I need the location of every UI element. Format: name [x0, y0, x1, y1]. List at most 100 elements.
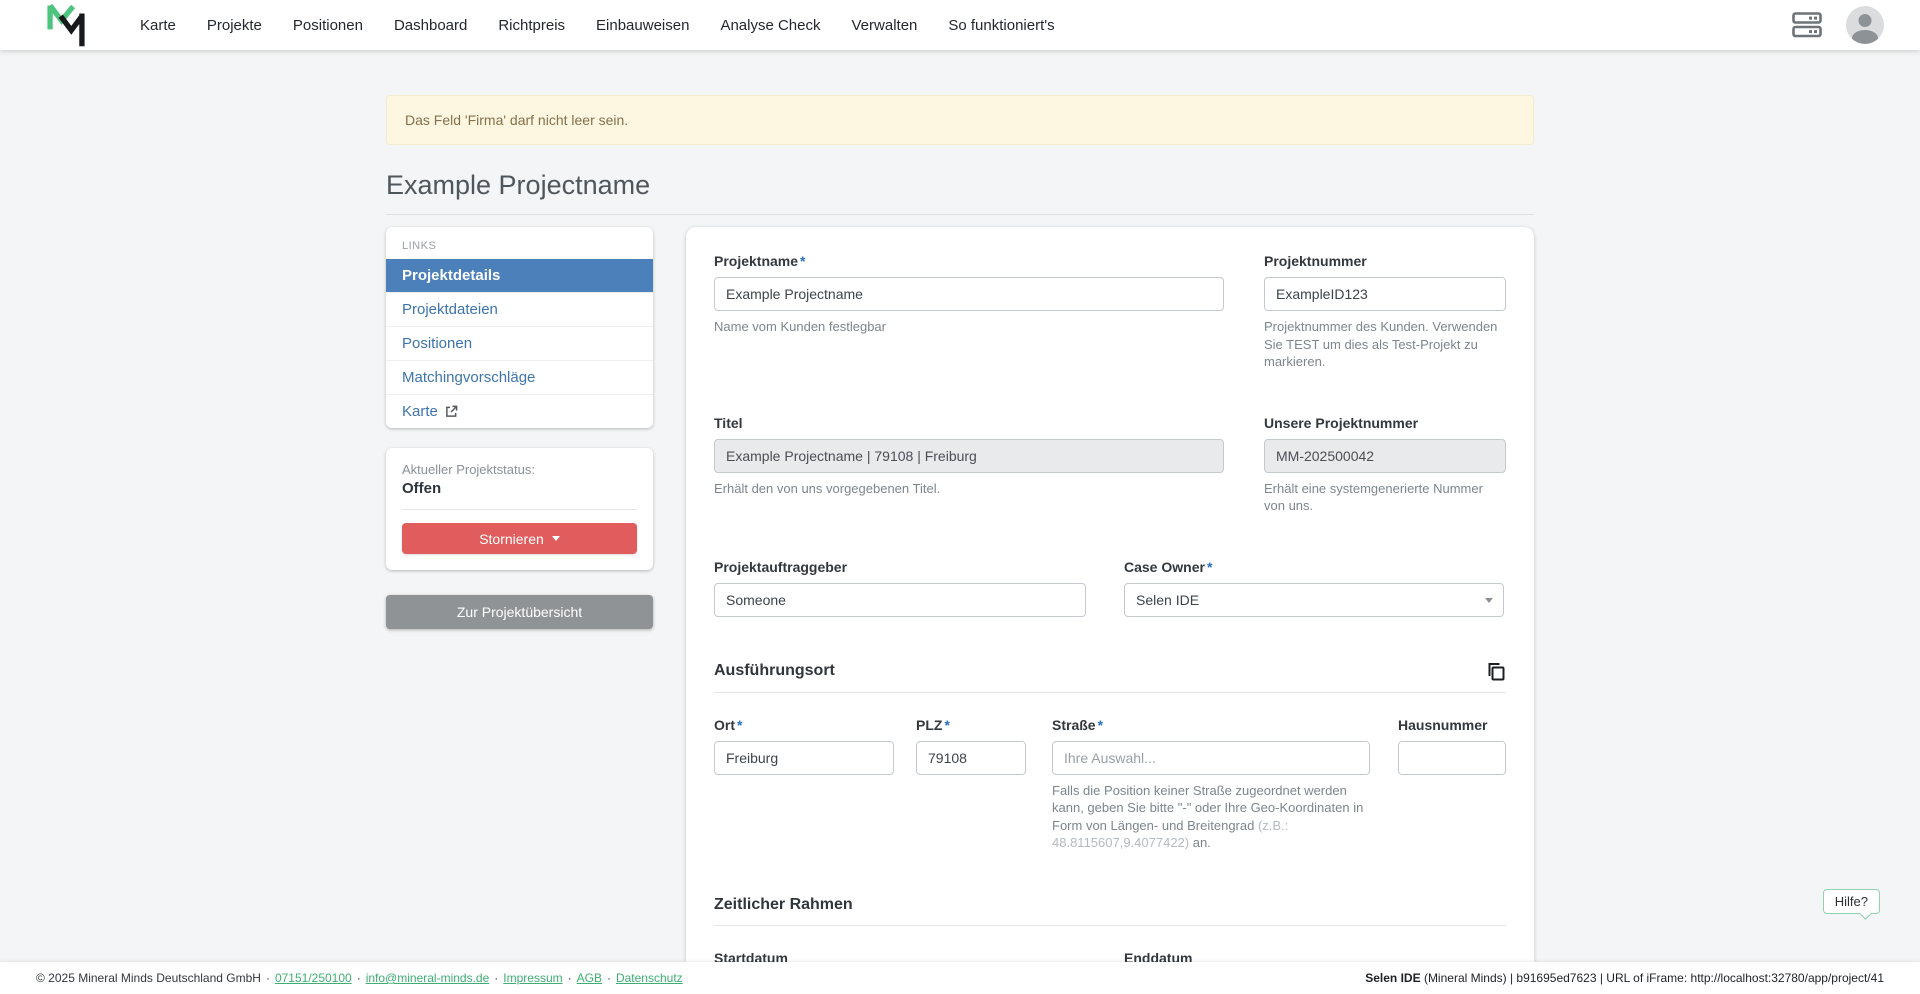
hausnummer-input[interactable]: [1398, 741, 1506, 775]
label-text: Ort: [714, 717, 735, 733]
ort-input[interactable]: [714, 741, 894, 775]
links-card: LINKS Projektdetails Projektdateien Posi…: [386, 227, 653, 428]
strasse-label: Straße*: [1052, 717, 1370, 733]
footer-datenschutz-link[interactable]: Datenschutz: [616, 971, 683, 985]
page-title: Example Projectname: [386, 170, 1534, 201]
strasse-helper-text: Falls die Position keiner Straße zugeord…: [1052, 783, 1363, 833]
strasse-helper-suffix: an.: [1189, 835, 1211, 850]
titel-helper: Erhält den von uns vorgegebenen Titel.: [714, 480, 1224, 498]
nav-item-positionen[interactable]: Positionen: [293, 17, 363, 34]
projektname-label: Projektname*: [714, 253, 1224, 269]
sidebar-item-label: Positionen: [402, 335, 472, 352]
nav-item-projekte[interactable]: Projekte: [207, 17, 262, 34]
projektauftraggeber-label: Projektauftraggeber: [714, 559, 1086, 575]
case-owner-label: Case Owner*: [1124, 559, 1504, 575]
section-title: Zeitlicher Rahmen: [714, 896, 853, 914]
projektnummer-label: Projektnummer: [1264, 253, 1506, 269]
startdatum-label: Startdatum: [714, 950, 1086, 962]
sidebar-item-matchingvorschlaege[interactable]: Matchingvorschläge: [386, 360, 653, 394]
nav-item-so-funktionierts[interactable]: So funktioniert's: [948, 17, 1054, 34]
required-asterisk: *: [1098, 717, 1103, 733]
server-stack-icon[interactable]: [1792, 12, 1822, 38]
footer: © 2025 Mineral Minds Deutschland GmbH 07…: [0, 962, 1920, 994]
titel-input: [714, 439, 1224, 473]
page-content: Das Feld 'Firma' darf nicht leer sein. E…: [0, 50, 1920, 962]
status-divider: [402, 509, 637, 510]
avatar-body-icon: [1852, 30, 1878, 44]
projektauftraggeber-input[interactable]: [714, 583, 1086, 617]
footer-separator: [602, 971, 616, 985]
nav-right-icons: [1792, 6, 1884, 44]
footer-email-link[interactable]: info@mineral-minds.de: [366, 971, 490, 985]
zeitlicher-rahmen-section-heading: Zeitlicher Rahmen: [714, 896, 1506, 926]
status-label: Aktueller Projektstatus:: [402, 462, 637, 477]
footer-session-details: (Mineral Minds) | b91695ed7623 | URL of …: [1421, 971, 1884, 985]
title-divider: [386, 214, 1534, 215]
section-title: Ausführungsort: [714, 662, 835, 680]
unsere-projektnummer-label: Unsere Projektnummer: [1264, 415, 1506, 431]
plz-input[interactable]: [916, 741, 1026, 775]
titel-label: Titel: [714, 415, 1224, 431]
links-card-header: LINKS: [386, 227, 653, 259]
help-button[interactable]: Hilfe?: [1823, 889, 1880, 914]
projektnummer-input[interactable]: [1264, 277, 1506, 311]
label-text: PLZ: [916, 717, 942, 733]
mineral-minds-logo-icon[interactable]: [44, 2, 88, 48]
case-owner-select[interactable]: Selen IDE: [1124, 583, 1504, 617]
project-status-card: Aktueller Projektstatus: Offen Storniere…: [386, 448, 653, 570]
label-text: Straße: [1052, 717, 1096, 733]
unsere-projektnummer-helper: Erhält eine systemgenerierte Nummer von …: [1264, 480, 1506, 515]
label-text: Case Owner: [1124, 559, 1205, 575]
projektnummer-helper: Projektnummer des Kunden. Verwenden Sie …: [1264, 318, 1506, 371]
sidebar-item-projektdetails[interactable]: Projektdetails: [386, 259, 653, 292]
required-asterisk: *: [737, 717, 742, 733]
footer-phone-link[interactable]: 07151/250100: [275, 971, 352, 985]
case-owner-selected-value: Selen IDE: [1136, 592, 1199, 608]
nav-item-richtpreis[interactable]: Richtpreis: [498, 17, 565, 34]
nav-item-verwalten[interactable]: Verwalten: [852, 17, 918, 34]
copy-icon[interactable]: [1486, 661, 1506, 681]
hausnummer-label: Hausnummer: [1398, 717, 1506, 733]
strasse-helper: Falls die Position keiner Straße zugeord…: [1052, 782, 1370, 852]
strasse-input[interactable]: [1052, 741, 1370, 775]
left-sidebar: LINKS Projektdetails Projektdateien Posi…: [386, 227, 653, 629]
nav-item-dashboard[interactable]: Dashboard: [394, 17, 467, 34]
zur-projektuebersicht-button[interactable]: Zur Projektübersicht: [386, 595, 653, 629]
top-navigation: Karte Projekte Positionen Dashboard Rich…: [0, 0, 1920, 50]
footer-separator: [261, 971, 275, 985]
chevron-down-icon: [1485, 598, 1493, 603]
footer-agb-link[interactable]: AGB: [577, 971, 602, 985]
nav-item-karte[interactable]: Karte: [140, 17, 176, 34]
nav-item-einbauweisen[interactable]: Einbauweisen: [596, 17, 689, 34]
sidebar-item-karte[interactable]: Karte: [386, 394, 653, 428]
status-value: Offen: [402, 480, 637, 497]
unsere-projektnummer-input: [1264, 439, 1506, 473]
footer-separator: [352, 971, 366, 985]
sidebar-item-label: Projektdateien: [402, 301, 498, 318]
ausfuehrungsort-section-heading: Ausführungsort: [714, 661, 1506, 693]
stornieren-button[interactable]: Stornieren: [402, 523, 637, 554]
footer-session-info: Selen IDE (Mineral Minds) | b91695ed7623…: [1365, 971, 1884, 985]
required-asterisk: *: [944, 717, 949, 733]
projektname-helper: Name vom Kunden festlegbar: [714, 318, 1224, 336]
projektname-input[interactable]: [714, 277, 1224, 311]
chevron-down-icon: [552, 536, 560, 541]
required-asterisk: *: [800, 253, 805, 269]
sidebar-item-label: Projektdetails: [402, 267, 500, 284]
footer-separator: [489, 971, 503, 985]
sidebar-item-label: Karte: [402, 403, 438, 420]
footer-left: © 2025 Mineral Minds Deutschland GmbH 07…: [36, 971, 683, 985]
sidebar-item-positionen[interactable]: Positionen: [386, 326, 653, 360]
nav-item-analyse-check[interactable]: Analyse Check: [720, 17, 820, 34]
sidebar-item-projektdateien[interactable]: Projektdateien: [386, 292, 653, 326]
avatar-head-icon: [1859, 14, 1872, 27]
stornieren-button-label: Stornieren: [479, 531, 544, 547]
footer-separator: [563, 971, 577, 985]
footer-user-name: Selen IDE: [1365, 971, 1420, 985]
enddatum-label: Enddatum: [1124, 950, 1504, 962]
ort-label: Ort*: [714, 717, 894, 733]
user-avatar[interactable]: [1846, 6, 1884, 44]
sidebar-item-label: Matchingvorschläge: [402, 369, 535, 386]
footer-impressum-link[interactable]: Impressum: [503, 971, 562, 985]
label-text: Projektname: [714, 253, 798, 269]
